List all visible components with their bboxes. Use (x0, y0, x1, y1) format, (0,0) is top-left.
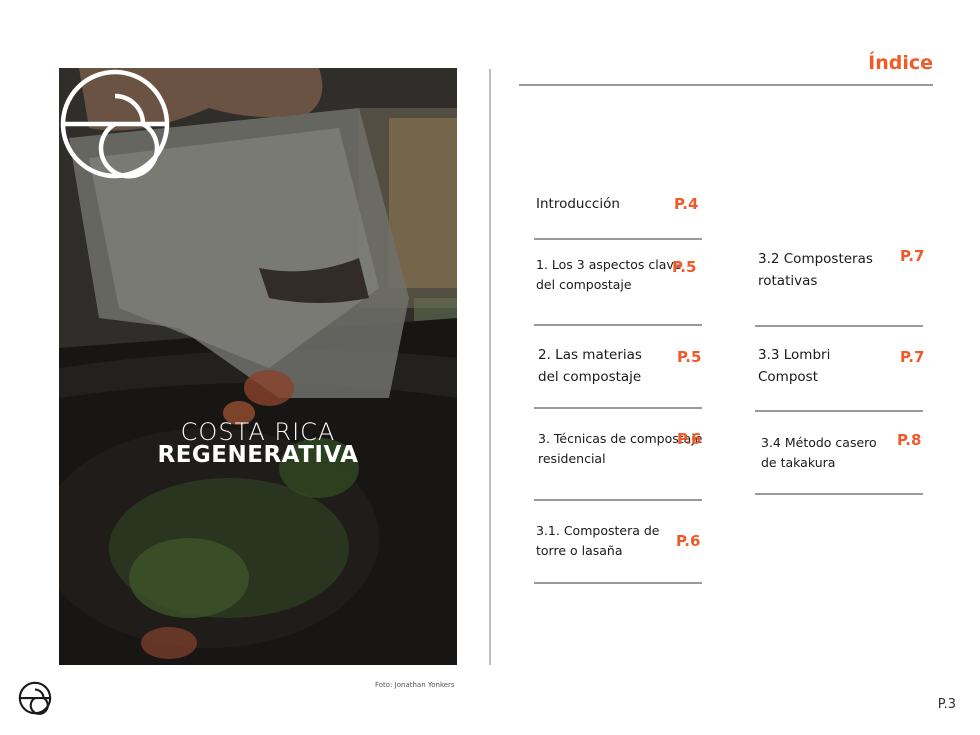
costa-rica-regenerativa-logo-icon (18, 681, 52, 715)
entry-page: P.6 (676, 532, 701, 550)
entry-rule (755, 325, 923, 327)
entry-page: P.5 (672, 258, 697, 276)
entry-label: 3.3 Lombri Compost (758, 347, 831, 385)
index-header-rule (519, 84, 933, 86)
entry-label: 1. Los 3 aspectos clave del compostaje (536, 257, 682, 292)
entry-page: P.5 (677, 348, 702, 366)
entry-page: P.7 (900, 247, 925, 265)
entry-label: 2. Las materias del compostaje (538, 347, 642, 385)
entry-rule (534, 407, 702, 409)
vertical-divider (489, 69, 491, 665)
entry-page: P.4 (674, 195, 699, 213)
entry-rule (534, 582, 702, 584)
entry-page: P.7 (900, 348, 925, 366)
brand-name-line2: REGENERATIVA (157, 442, 359, 468)
entry-rule (755, 410, 923, 412)
entry-label: 3.1. Compostera de torre o lasaña (536, 523, 660, 558)
page-number: P.3 (937, 697, 956, 712)
brand-overlay: COSTA RICA REGENERATIVA (59, 68, 457, 665)
cover-photo: COSTA RICA REGENERATIVA (59, 68, 457, 665)
entry-label: 3.2 Composteras rotativas (758, 251, 873, 289)
photo-credit: Foto: Jonathan Yonkers (375, 681, 455, 689)
entry-rule (755, 493, 923, 495)
index-title: Índice (868, 52, 933, 74)
entry-page: P.6 (677, 430, 702, 448)
entry-rule (534, 324, 702, 326)
entry-page: P.8 (897, 431, 922, 449)
entry-label: Introducción (536, 196, 620, 212)
entry-rule (534, 238, 702, 240)
regenerativa-logo-icon (60, 69, 170, 179)
entry-label: 3.4 Método casero de takakura (761, 435, 877, 470)
entry-rule (534, 499, 702, 501)
